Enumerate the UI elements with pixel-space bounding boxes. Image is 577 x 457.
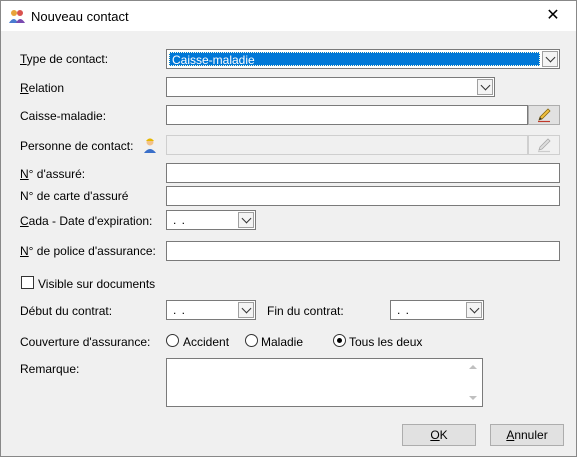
chevron-down-icon[interactable] [466, 302, 482, 318]
window-title: Nouveau contact [31, 9, 129, 24]
radio-accident-label[interactable]: Accident [183, 335, 229, 349]
scroll-down-icon[interactable] [469, 396, 477, 400]
caisse-maladie-field[interactable] [166, 105, 528, 125]
radio-maladie-label[interactable]: Maladie [261, 335, 303, 349]
cada-label: Cada - Date d'expiration: [20, 214, 153, 228]
pencil-icon [538, 108, 551, 123]
remarque-label: Remarque: [20, 362, 80, 376]
fin-contrat-value: . . [397, 303, 411, 317]
visible-documents-checkbox[interactable] [21, 276, 34, 289]
edit-personne-button [528, 135, 560, 155]
radio-tous-les-deux-label[interactable]: Tous les deux [349, 335, 422, 349]
pencil-icon [538, 138, 551, 153]
numero-police-label: N° de police d'assurance: [20, 244, 156, 258]
cada-date-value: . . [173, 213, 187, 227]
couverture-label: Couverture d'assurance: [20, 335, 151, 349]
numero-carte-field[interactable] [166, 186, 560, 206]
numero-assure-label: N° d'assuré: [20, 167, 86, 181]
radio-maladie[interactable] [245, 334, 258, 347]
visible-documents-label[interactable]: Visible sur documents [38, 277, 155, 291]
close-icon[interactable]: ✕ [530, 1, 576, 31]
caisse-maladie-label: Caisse-maladie: [20, 109, 107, 123]
chevron-down-icon[interactable] [238, 212, 254, 228]
type-contact-label: Type de contact: [20, 52, 109, 66]
radio-accident[interactable] [166, 334, 179, 347]
dialog-window: Nouveau contact ✕ Type de contact: Caiss… [0, 0, 577, 457]
ok-button[interactable]: OK [402, 424, 476, 446]
title-bar: Nouveau contact ✕ [1, 1, 576, 31]
chevron-down-icon[interactable] [542, 51, 558, 67]
annuler-button[interactable]: Annuler [490, 424, 564, 446]
cada-date-picker[interactable]: . . [166, 210, 256, 230]
contacts-app-icon [9, 10, 25, 23]
personne-contact-label: Personne de contact: [20, 139, 134, 153]
fin-contrat-date-picker[interactable]: . . [390, 300, 484, 320]
debut-contrat-label: Début du contrat: [20, 304, 113, 318]
debut-contrat-date-picker[interactable]: . . [166, 300, 256, 320]
remarque-textarea[interactable] [166, 358, 483, 407]
type-contact-value: Caisse-maladie [169, 52, 540, 67]
edit-caisse-button[interactable] [528, 105, 560, 125]
chevron-down-icon[interactable] [238, 302, 254, 318]
relation-select[interactable] [166, 77, 495, 97]
personne-contact-field [166, 135, 528, 155]
relation-label: Relation [20, 81, 65, 95]
type-contact-select[interactable]: Caisse-maladie [166, 49, 560, 69]
fin-contrat-label: Fin du contrat: [267, 304, 344, 318]
person-icon[interactable] [142, 136, 158, 154]
radio-tous-les-deux[interactable] [333, 334, 346, 347]
chevron-down-icon[interactable] [477, 79, 493, 95]
numero-assure-field[interactable] [166, 163, 560, 183]
numero-police-field[interactable] [166, 241, 560, 261]
numero-carte-label: N° de carte d'assuré [20, 189, 129, 203]
remarque-scrollbar[interactable] [465, 359, 482, 406]
scroll-up-icon[interactable] [469, 365, 477, 369]
debut-contrat-value: . . [173, 303, 187, 317]
